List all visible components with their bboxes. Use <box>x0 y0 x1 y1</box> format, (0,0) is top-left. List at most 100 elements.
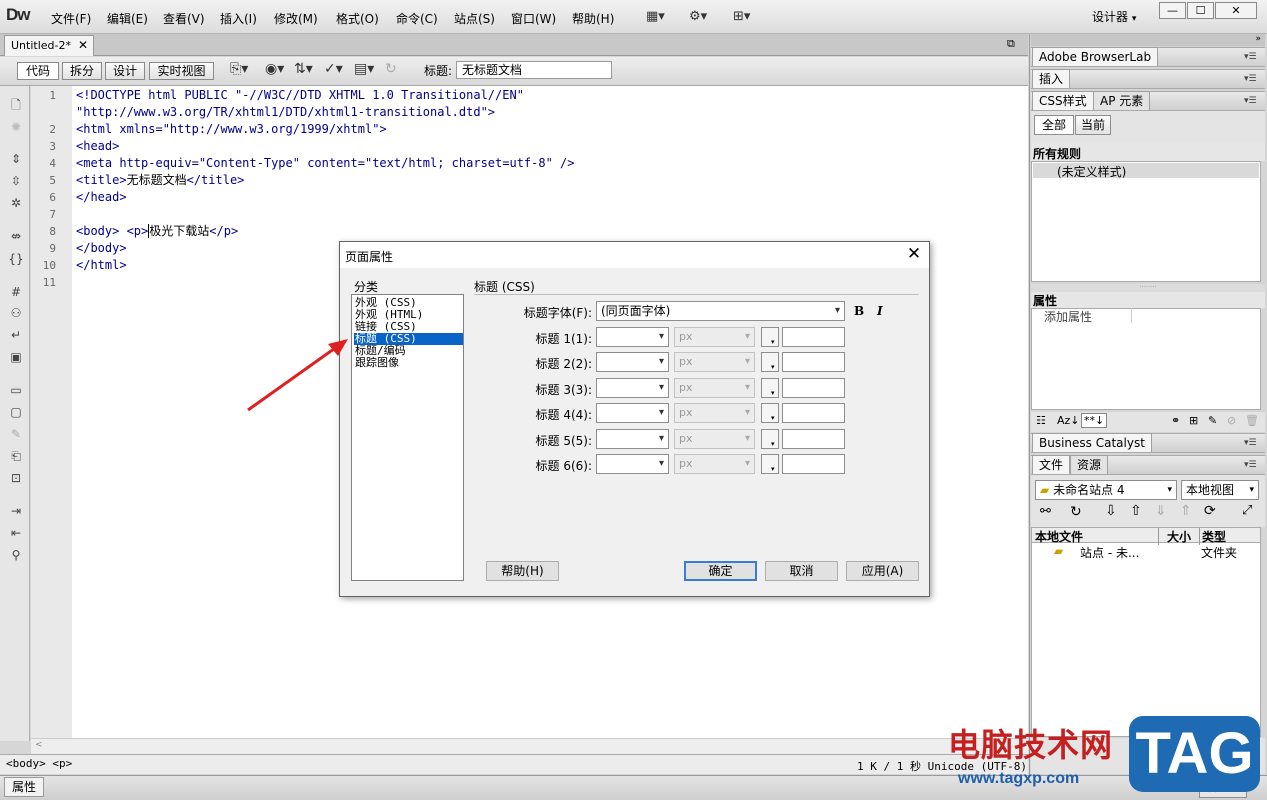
expand-all-icon[interactable]: ✲ <box>8 196 24 210</box>
category-view-icon[interactable]: ☷ <box>1036 414 1046 427</box>
maximize-button[interactable]: ☐ <box>1187 2 1214 19</box>
all-mode-button[interactable]: 全部 <box>1034 115 1074 135</box>
heading-2-color-picker[interactable]: ▾ <box>761 352 779 372</box>
collapse-panels-icon[interactable]: » <box>1031 34 1265 46</box>
heading-6-color-input[interactable] <box>782 454 845 474</box>
close-tab-icon[interactable]: ✕ <box>78 38 88 52</box>
tab-browserlab[interactable]: Adobe BrowserLab <box>1032 47 1159 66</box>
panel-menu-icon[interactable]: ▾☰ <box>1244 52 1257 62</box>
show-code-navigator-icon[interactable]: ✺ <box>8 120 24 134</box>
heading-5-unit-select[interactable]: px ▾ <box>674 429 755 449</box>
tab-files[interactable]: 文件 <box>1032 455 1071 474</box>
put-files-icon[interactable]: ⇧ <box>1130 503 1142 519</box>
menu-insert[interactable]: 插入(I) <box>220 10 257 27</box>
column-local-files[interactable]: 本地文件 <box>1035 528 1083 545</box>
menu-commands[interactable]: 命令(C) <box>396 10 438 27</box>
heading-6-color-picker[interactable]: ▾ <box>761 454 779 474</box>
document-tab[interactable]: Untitled-2* ✕ <box>4 35 94 56</box>
rules-list[interactable] <box>1031 161 1261 282</box>
select-parent-tag-icon[interactable]: ⇎ <box>8 229 24 243</box>
bold-button[interactable]: B <box>854 304 864 318</box>
check-browser-icon[interactable]: ✓▾ <box>324 61 343 77</box>
column-size[interactable]: 大小 <box>1158 528 1191 545</box>
sync-icon[interactable]: ⟳ <box>1204 503 1216 519</box>
heading-3-unit-select[interactable]: px ▾ <box>674 378 755 398</box>
current-mode-button[interactable]: 当前 <box>1075 115 1111 135</box>
syntax-coloring-icon[interactable]: ▣ <box>8 350 24 364</box>
disable-property-icon[interactable]: ⊘ <box>1227 414 1236 427</box>
wrap-tag-icon[interactable]: ✎ <box>8 427 24 441</box>
split-view-button[interactable]: 拆分 <box>62 62 102 80</box>
ok-button[interactable]: 确定 <box>684 561 757 581</box>
checkout-icon[interactable]: ⇓ <box>1155 503 1167 519</box>
horizontal-scrollbar[interactable]: < <box>31 738 1028 754</box>
category-list[interactable]: 外观 (CSS) 外观 (HTML) 链接 (CSS) 标题 (CSS) 标题/… <box>351 294 464 581</box>
view-select[interactable]: 本地视图 ▾ <box>1181 480 1259 500</box>
heading-6-unit-select[interactable]: px ▾ <box>674 454 755 474</box>
menu-format[interactable]: 格式(O) <box>336 10 379 27</box>
rule-item[interactable]: (未定义样式) <box>1033 163 1259 179</box>
tab-insert[interactable]: 插入 <box>1032 69 1071 88</box>
panel-menu-icon[interactable]: ▾☰ <box>1244 438 1257 448</box>
properties-tab[interactable]: 属性 <box>4 777 44 797</box>
new-rule-icon[interactable]: ⊞ <box>1189 414 1198 427</box>
heading-font-select[interactable]: (同页面字体) ▾ <box>596 301 845 321</box>
heading-6-size-select[interactable]: ▾ <box>596 454 669 474</box>
panel-menu-icon[interactable]: ▾☰ <box>1244 96 1257 106</box>
get-files-icon[interactable]: ⇩ <box>1105 503 1117 519</box>
heading-3-color-picker[interactable]: ▾ <box>761 378 779 398</box>
remove-comment-icon[interactable]: ▢ <box>8 405 24 419</box>
workspace-switcher[interactable]: 设计器 ▾ <box>1092 8 1136 25</box>
menu-help[interactable]: 帮助(H) <box>572 10 614 27</box>
code-view-button[interactable]: 代码 <box>17 62 59 80</box>
heading-1-unit-select[interactable]: px ▾ <box>674 327 755 347</box>
collapse-tag-icon[interactable]: ⇕ <box>8 152 24 166</box>
add-property-link[interactable]: 添加属性 <box>1044 308 1132 324</box>
line-numbers-icon[interactable]: # <box>8 285 24 299</box>
document-title-input[interactable]: 无标题文档 <box>456 61 612 79</box>
heading-1-size-select[interactable]: ▾ <box>596 327 669 347</box>
tab-business-catalyst[interactable]: Business Catalyst <box>1032 433 1152 452</box>
heading-5-size-select[interactable]: ▾ <box>596 429 669 449</box>
menu-file[interactable]: 文件(F) <box>51 10 91 27</box>
apply-button[interactable]: 应用(A) <box>846 561 919 581</box>
heading-5-color-picker[interactable]: ▾ <box>761 429 779 449</box>
delete-rule-icon[interactable]: 🗑 <box>1245 414 1259 427</box>
site-select[interactable]: ▰ 未命名站点 4 ▾ <box>1035 480 1177 500</box>
site-icon[interactable]: ⊞▾ <box>733 9 750 24</box>
open-documents-icon[interactable]: 🗋 <box>8 96 24 117</box>
file-management-icon[interactable]: ⇅▾ <box>294 61 313 77</box>
format-source-icon[interactable]: ⚲ <box>8 548 24 562</box>
outdent-code-icon[interactable]: ⇤ <box>8 526 24 540</box>
heading-3-color-input[interactable] <box>782 378 845 398</box>
minimize-button[interactable]: — <box>1159 2 1186 19</box>
heading-4-color-input[interactable] <box>782 403 845 423</box>
apply-comment-icon[interactable]: ▭ <box>8 383 24 397</box>
balance-braces-icon[interactable]: {} <box>8 252 24 266</box>
column-type[interactable]: 类型 <box>1199 528 1226 545</box>
menu-view[interactable]: 查看(V) <box>163 10 205 27</box>
edit-rule-icon[interactable]: ✎ <box>1208 414 1217 427</box>
dialog-close-button[interactable]: ✕ <box>905 244 923 264</box>
heading-4-size-select[interactable]: ▾ <box>596 403 669 423</box>
tag-selector[interactable]: <body> <p> <box>6 757 72 770</box>
category-item[interactable]: 跟踪图像 <box>354 357 463 369</box>
heading-2-color-input[interactable] <box>782 352 845 372</box>
expand-icon[interactable]: ⤢ <box>1242 503 1252 518</box>
restore-icon[interactable]: ⧉ <box>1007 37 1015 51</box>
gear-icon[interactable]: ⚙▾ <box>689 9 707 24</box>
multiscreen-icon[interactable]: ⎘▾ <box>230 61 248 77</box>
menu-modify[interactable]: 修改(M) <box>274 10 318 27</box>
checkin-icon[interactable]: ⇑ <box>1180 503 1192 519</box>
heading-3-size-select[interactable]: ▾ <box>596 378 669 398</box>
italic-button[interactable]: I <box>877 304 883 318</box>
refresh-files-icon[interactable]: ↻ <box>1070 504 1082 520</box>
tab-css-styles[interactable]: CSS样式 <box>1032 91 1094 110</box>
word-wrap-icon[interactable]: ↵ <box>8 328 24 342</box>
connect-icon[interactable]: ⚯ <box>1040 504 1051 519</box>
heading-5-color-input[interactable] <box>782 429 845 449</box>
move-css-icon[interactable]: ⊡ <box>8 471 24 485</box>
live-view-button[interactable]: 实时视图 <box>149 62 214 80</box>
heading-2-size-select[interactable]: ▾ <box>596 352 669 372</box>
menu-edit[interactable]: 编辑(E) <box>107 10 148 27</box>
